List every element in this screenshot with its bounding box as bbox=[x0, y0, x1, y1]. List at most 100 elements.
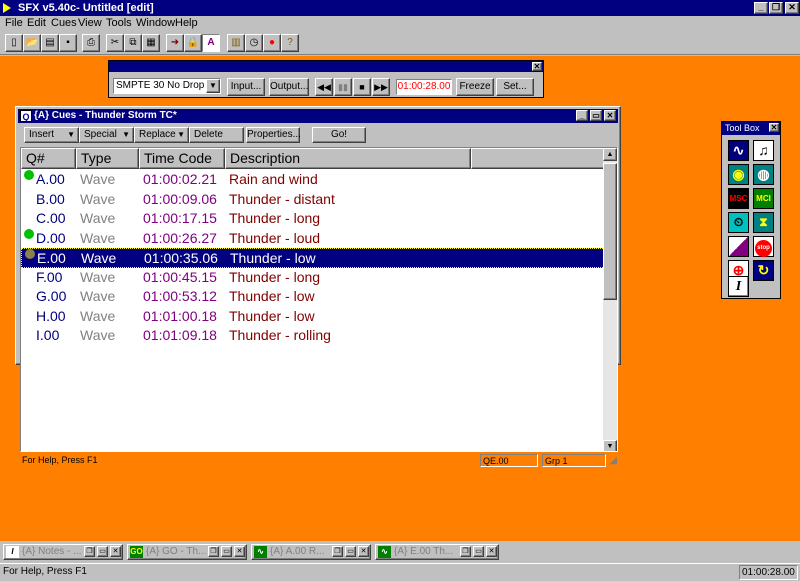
cues-titlebar[interactable]: Q {A} Cues - Thunder Storm TC* _ ▭ ✕ bbox=[18, 109, 618, 123]
restore-button[interactable]: ❐ bbox=[769, 2, 783, 14]
status-time: 01:00:28.00 bbox=[739, 565, 798, 580]
output-button[interactable]: Output... bbox=[269, 78, 309, 96]
task-restore-button[interactable]: ❐ bbox=[84, 546, 95, 557]
scroll-down-icon[interactable]: ▼ bbox=[603, 440, 617, 451]
open-icon[interactable]: 📂 bbox=[23, 34, 41, 52]
resize-grip-icon[interactable]: ◢ bbox=[609, 455, 617, 466]
menu-bar: File Edit Cues View Tools Window Help bbox=[0, 16, 800, 30]
cue-row[interactable]: A.00 Wave 01:00:02.21 Rain and wind bbox=[21, 170, 607, 190]
rewind-icon[interactable]: ◀◀ bbox=[315, 78, 333, 96]
delete-button[interactable]: Delete bbox=[189, 127, 244, 143]
input-button[interactable]: Input... bbox=[227, 78, 265, 96]
close-button[interactable]: ✕ bbox=[785, 2, 799, 14]
set-button[interactable]: Set... bbox=[496, 78, 534, 96]
new-icon[interactable]: ▯ bbox=[5, 34, 23, 52]
cues-minimize-button[interactable]: _ bbox=[576, 110, 588, 121]
scroll-up-icon[interactable]: ▲ bbox=[603, 148, 617, 161]
lock-icon[interactable]: 🔒 bbox=[184, 34, 202, 52]
wave-icon[interactable]: ∿ bbox=[728, 140, 749, 161]
cd-icon[interactable]: ◉ bbox=[728, 164, 749, 185]
task-maximize-button[interactable]: ▭ bbox=[221, 546, 232, 557]
cue-row[interactable]: I.00 Wave 01:01:09.18 Thunder - rolling bbox=[21, 326, 607, 346]
task-maximize-button[interactable]: ▭ bbox=[97, 546, 108, 557]
copy-icon[interactable]: ⧉ bbox=[124, 34, 142, 52]
properties-button[interactable]: Properties... bbox=[246, 127, 301, 143]
column-header-q[interactable]: Q# bbox=[21, 148, 76, 169]
chevron-down-icon[interactable]: ▼ bbox=[206, 79, 220, 93]
cue-row[interactable]: G.00 Wave 01:00:53.12 Thunder - low bbox=[21, 287, 607, 307]
edit-mode-icon[interactable]: ▥ bbox=[227, 34, 245, 52]
task-maximize-button[interactable]: ▭ bbox=[345, 546, 356, 557]
cut-icon[interactable]: ✂ bbox=[106, 34, 124, 52]
goto-icon[interactable]: ➜ bbox=[166, 34, 184, 52]
column-header-timecode[interactable]: Time Code bbox=[139, 148, 225, 169]
task-restore-button[interactable]: ❐ bbox=[460, 546, 471, 557]
music-icon[interactable]: ♫ bbox=[753, 140, 774, 161]
scroll-thumb[interactable] bbox=[603, 163, 617, 300]
task-close-button[interactable]: ✕ bbox=[486, 546, 497, 557]
cue-row[interactable]: D.00 Wave 01:00:26.27 Thunder - loud bbox=[21, 228, 607, 249]
vertical-scrollbar[interactable]: ▲ ▼ bbox=[603, 148, 617, 451]
loop-icon[interactable]: ↻ bbox=[753, 260, 774, 281]
status-help-text: For Help, Press F1 bbox=[3, 566, 87, 577]
cue-row[interactable]: C.00 Wave 01:00:17.15 Thunder - long bbox=[21, 209, 607, 229]
task-restore-button[interactable]: ❐ bbox=[332, 546, 343, 557]
go-button[interactable]: Go! bbox=[312, 127, 366, 143]
fade-icon[interactable] bbox=[728, 236, 749, 257]
menu-cues[interactable]: Cues bbox=[51, 16, 77, 30]
timecode-select[interactable]: SMPTE 30 No Drop ▼ bbox=[113, 78, 221, 94]
clock-icon[interactable]: ◷ bbox=[245, 34, 263, 52]
cue-row[interactable]: B.00 Wave 01:00:09.06 Thunder - distant bbox=[21, 190, 607, 210]
info-icon[interactable]: I bbox=[728, 276, 749, 297]
msc-icon[interactable]: MSC bbox=[728, 188, 749, 209]
toolbox-titlebar[interactable]: Tool Box ✕ bbox=[722, 122, 780, 135]
task-close-button[interactable]: ✕ bbox=[358, 546, 369, 557]
cue-row[interactable]: H.00 Wave 01:01:00.18 Thunder - low bbox=[21, 307, 607, 327]
help-icon[interactable]: ? bbox=[281, 34, 299, 52]
save-icon[interactable]: ▪ bbox=[59, 34, 77, 52]
minimize-button[interactable]: _ bbox=[754, 2, 768, 14]
wait-icon[interactable]: ⏲ bbox=[728, 212, 749, 233]
fast-forward-icon[interactable]: ▶▶ bbox=[372, 78, 390, 96]
timer-icon[interactable]: ⧗ bbox=[753, 212, 774, 233]
transport-close-button[interactable]: ✕ bbox=[532, 62, 542, 71]
menu-view[interactable]: View bbox=[78, 16, 102, 30]
cue-description: Thunder - rolling bbox=[229, 327, 331, 343]
replace-button[interactable]: Replace ▼ bbox=[134, 127, 189, 143]
menu-tools[interactable]: Tools bbox=[106, 16, 132, 30]
cues-close-button[interactable]: ✕ bbox=[604, 110, 616, 121]
toolbox-close-button[interactable]: ✕ bbox=[769, 123, 779, 132]
menu-file[interactable]: File bbox=[5, 16, 23, 30]
paste-icon[interactable]: ▦ bbox=[142, 34, 160, 52]
save-as-icon[interactable]: ▤ bbox=[41, 34, 59, 52]
font-icon[interactable]: A bbox=[202, 34, 220, 52]
stop-all-icon[interactable]: ● bbox=[263, 34, 281, 52]
task-cue-e[interactable]: ∿ {A} E.00 Th... ❐ ▭ ✕ bbox=[375, 544, 499, 560]
freeze-button[interactable]: Freeze bbox=[456, 78, 494, 96]
menu-help[interactable]: Help bbox=[175, 16, 198, 30]
task-notes[interactable]: I {A} Notes - ... ❐ ▭ ✕ bbox=[3, 544, 123, 560]
wave-icon: ∿ bbox=[254, 546, 267, 558]
menu-edit[interactable]: Edit bbox=[27, 16, 46, 30]
mci-icon[interactable]: MCI bbox=[753, 188, 774, 209]
menu-window[interactable]: Window bbox=[136, 16, 175, 30]
task-cue-a[interactable]: ∿ {A} A.00 R... ❐ ▭ ✕ bbox=[251, 544, 371, 560]
pause-icon[interactable]: ▮▮ bbox=[334, 78, 352, 96]
task-restore-button[interactable]: ❐ bbox=[208, 546, 219, 557]
cue-row[interactable]: E.00 Wave 01:00:35.06 Thunder - low bbox=[21, 248, 607, 268]
insert-button[interactable]: Insert ▼ bbox=[24, 127, 79, 143]
column-header-type[interactable]: Type bbox=[76, 148, 139, 169]
column-header-description[interactable]: Description bbox=[225, 148, 471, 169]
task-close-button[interactable]: ✕ bbox=[110, 546, 121, 557]
stop-icon[interactable]: ■ bbox=[353, 78, 371, 96]
task-close-button[interactable]: ✕ bbox=[234, 546, 245, 557]
special-button[interactable]: Special ▼ bbox=[79, 127, 134, 143]
transport-titlebar[interactable]: ✕ bbox=[109, 61, 543, 72]
midi-icon[interactable]: ◍ bbox=[753, 164, 774, 185]
print-icon[interactable]: ⎙ bbox=[82, 34, 100, 52]
task-maximize-button[interactable]: ▭ bbox=[473, 546, 484, 557]
task-go[interactable]: GO {A} GO - Th... ❐ ▭ ✕ bbox=[127, 544, 247, 560]
cues-maximize-button[interactable]: ▭ bbox=[590, 110, 602, 121]
cue-row[interactable]: F.00 Wave 01:00:45.15 Thunder - long bbox=[21, 268, 607, 288]
stop-icon[interactable]: stop bbox=[753, 236, 774, 257]
